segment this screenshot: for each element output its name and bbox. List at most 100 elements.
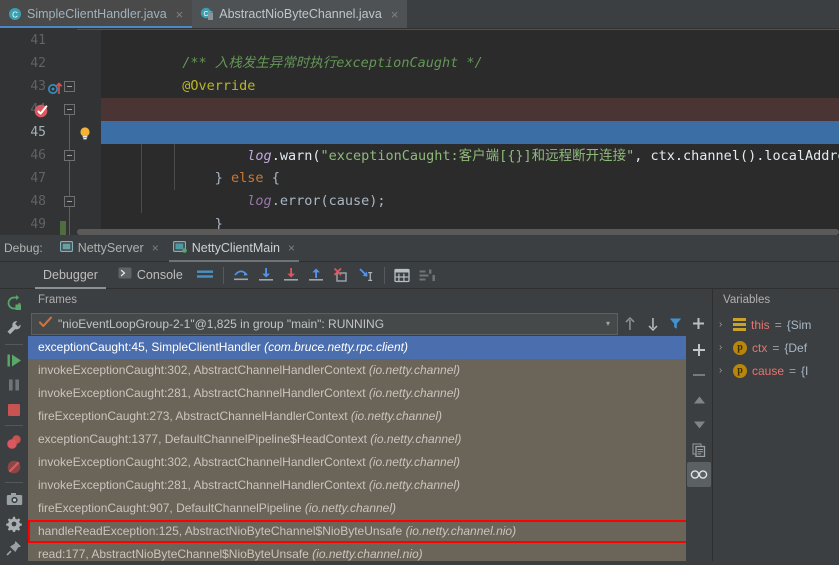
settings-list-icon[interactable] bbox=[415, 263, 440, 287]
variable-equals: = bbox=[772, 340, 780, 355]
evaluate-expression-icon[interactable] bbox=[390, 263, 415, 287]
parameter-icon: p bbox=[733, 363, 747, 378]
fold-collapse-icon[interactable] bbox=[64, 81, 75, 92]
ide-window: C SimpleClientHandler.java × C AbstractN… bbox=[0, 0, 839, 565]
get-thread-dump-icon[interactable] bbox=[2, 486, 26, 511]
rerun-icon[interactable] bbox=[2, 291, 26, 316]
copy-icon[interactable] bbox=[687, 437, 711, 462]
tab-console-label: Console bbox=[136, 268, 183, 282]
debug-label: Debug: bbox=[4, 241, 43, 255]
frame-row-8-highlighted[interactable]: handleReadException:125, AbstractNioByte… bbox=[28, 520, 712, 543]
view-breakpoints-icon[interactable] bbox=[2, 429, 26, 454]
frame-row-5[interactable]: invokeExceptionCaught:302, AbstractChann… bbox=[28, 451, 712, 474]
chevron-right-icon[interactable]: › bbox=[719, 319, 728, 330]
code-editor[interactable]: 41 /** 入栈发生异常时执行exceptionCaught */ 42 @O… bbox=[0, 29, 839, 235]
variable-row-ctx[interactable]: › p ctx = {Def bbox=[713, 336, 839, 359]
resume-program-icon[interactable] bbox=[2, 348, 26, 373]
fold-collapse-icon[interactable] bbox=[64, 150, 75, 161]
run-tab-nettyclientmain[interactable]: NettyClientMain × bbox=[166, 235, 302, 262]
chevron-down-icon[interactable]: ▾ bbox=[606, 319, 613, 328]
close-icon[interactable]: × bbox=[391, 8, 399, 21]
frame-row-2[interactable]: invokeExceptionCaught:281, AbstractChann… bbox=[28, 382, 712, 405]
variable-row-cause[interactable]: › p cause = {I bbox=[713, 359, 839, 382]
frame-package: (io.netty.channel) bbox=[304, 501, 397, 515]
toolbar-separator bbox=[383, 266, 385, 284]
svg-text:C: C bbox=[12, 11, 18, 20]
frame-package: (com.bruce.netty.rpc.client) bbox=[264, 340, 408, 354]
step-into-icon[interactable] bbox=[254, 263, 279, 287]
close-icon[interactable]: × bbox=[176, 8, 184, 21]
code-line-45[interactable]: 45 log.warn("exceptionCaught:客户端[{}]和远程断… bbox=[0, 121, 839, 164]
run-config-running-icon bbox=[172, 240, 187, 256]
frame-row-0[interactable]: exceptionCaught:45, SimpleClientHandler … bbox=[28, 336, 712, 359]
remove-icon[interactable] bbox=[687, 362, 711, 387]
code-line-41[interactable]: 41 /** 入栈发生异常时执行exceptionCaught */ bbox=[0, 29, 839, 71]
thread-dropdown[interactable]: "nioEventLoopGroup-2-1"@1,825 in group "… bbox=[31, 312, 618, 335]
settings-gear-icon[interactable] bbox=[2, 511, 26, 536]
frame-row-1[interactable]: invokeExceptionCaught:302, AbstractChann… bbox=[28, 359, 712, 382]
code-line-44[interactable]: 44 if (cause instanceof IOException) { c… bbox=[0, 98, 839, 141]
code-line-43[interactable]: 43 public void exceptionCaught(ChannelHa… bbox=[0, 75, 839, 117]
tab-debugger[interactable]: Debugger bbox=[33, 262, 108, 289]
chevron-right-icon[interactable]: › bbox=[719, 365, 728, 376]
chevron-right-icon[interactable]: › bbox=[719, 342, 728, 353]
stop-icon[interactable] bbox=[2, 398, 26, 423]
frame-method: exceptionCaught:1377, DefaultChannelPipe… bbox=[38, 432, 371, 446]
pin-tab-icon[interactable] bbox=[2, 536, 26, 561]
fold-collapse-icon[interactable] bbox=[64, 196, 75, 207]
layout-settings-icon[interactable] bbox=[193, 263, 218, 287]
editor-tab-label: AbstractNioByteChannel.java bbox=[219, 7, 382, 21]
pane-splitter[interactable] bbox=[712, 289, 713, 561]
step-over-icon[interactable] bbox=[229, 263, 254, 287]
watch-glasses-icon[interactable] bbox=[687, 462, 711, 487]
code-line-42[interactable]: 42 @Override bbox=[0, 52, 839, 94]
move-down-icon[interactable] bbox=[641, 313, 664, 335]
frame-package: (io.netty.channel) bbox=[368, 455, 461, 469]
code-line-47[interactable]: 47 log.error(cause); bbox=[0, 167, 839, 209]
force-step-into-icon[interactable] bbox=[279, 263, 304, 287]
add-watch-icon[interactable] bbox=[687, 313, 710, 335]
frame-package: (io.netty.channel.nio) bbox=[312, 547, 423, 561]
frame-row-9[interactable]: read:177, AbstractNioByteChannel$NioByte… bbox=[28, 543, 712, 561]
close-icon[interactable]: × bbox=[288, 241, 295, 255]
debug-tool-window-header: Debug: NettyServer × NettyClientMain × bbox=[0, 235, 839, 262]
code-lines: 41 /** 入栈发生异常时执行exceptionCaught */ 42 @O… bbox=[0, 29, 839, 235]
add-icon[interactable] bbox=[687, 337, 711, 362]
tab-console[interactable]: Console bbox=[108, 262, 193, 289]
variable-name: this bbox=[751, 317, 770, 332]
frame-row-7[interactable]: fireExceptionCaught:907, DefaultChannelP… bbox=[28, 497, 712, 520]
code-line-48[interactable]: 48 } bbox=[0, 190, 839, 232]
filter-frames-icon[interactable] bbox=[664, 313, 687, 335]
editor-tab-abstractniobytechannel[interactable]: C AbstractNioByteChannel.java × bbox=[192, 0, 408, 28]
run-to-cursor-icon[interactable] bbox=[354, 263, 379, 287]
variable-row-this[interactable]: › this = {Sim bbox=[713, 313, 839, 336]
move-down-icon[interactable] bbox=[687, 412, 711, 437]
editor-tab-simpleclienthandler[interactable]: C SimpleClientHandler.java × bbox=[0, 0, 193, 28]
move-up-icon[interactable] bbox=[618, 313, 641, 335]
line-number: 48 bbox=[30, 194, 46, 209]
pause-program-icon[interactable] bbox=[2, 373, 26, 398]
fold-collapse-icon[interactable] bbox=[64, 104, 75, 115]
move-up-icon[interactable] bbox=[687, 387, 711, 412]
frame-package: (io.netty.channel) bbox=[350, 409, 443, 423]
frames-list[interactable]: exceptionCaught:45, SimpleClientHandler … bbox=[28, 336, 712, 561]
drop-frame-icon[interactable] bbox=[329, 263, 354, 287]
frame-row-3[interactable]: fireExceptionCaught:273, AbstractChannel… bbox=[28, 405, 712, 428]
wrench-settings-icon[interactable] bbox=[2, 316, 26, 341]
frame-row-6[interactable]: invokeExceptionCaught:281, AbstractChann… bbox=[28, 474, 712, 497]
frame-method: invokeExceptionCaught:302, AbstractChann… bbox=[38, 363, 369, 377]
toolbar-separator bbox=[5, 482, 23, 484]
variables-list[interactable]: › this = {Sim › p ctx = {Def › p cause =… bbox=[713, 311, 839, 561]
frames-pane: Frames "nioEventLoopGroup-2-1"@1,825 in … bbox=[28, 289, 712, 561]
line-number: 42 bbox=[30, 56, 46, 71]
step-out-icon[interactable] bbox=[304, 263, 329, 287]
thread-running-check-icon bbox=[38, 316, 53, 331]
close-icon[interactable]: × bbox=[152, 241, 159, 255]
run-tab-nettyserver[interactable]: NettyServer × bbox=[53, 235, 166, 262]
mute-breakpoints-icon[interactable] bbox=[2, 454, 26, 479]
line-number: 43 bbox=[30, 79, 46, 94]
editor-tab-label: SimpleClientHandler.java bbox=[27, 7, 167, 21]
frame-row-4[interactable]: exceptionCaught:1377, DefaultChannelPipe… bbox=[28, 428, 712, 451]
code-line-46[interactable]: 46 } else { bbox=[0, 144, 839, 186]
this-object-icon bbox=[733, 318, 746, 331]
